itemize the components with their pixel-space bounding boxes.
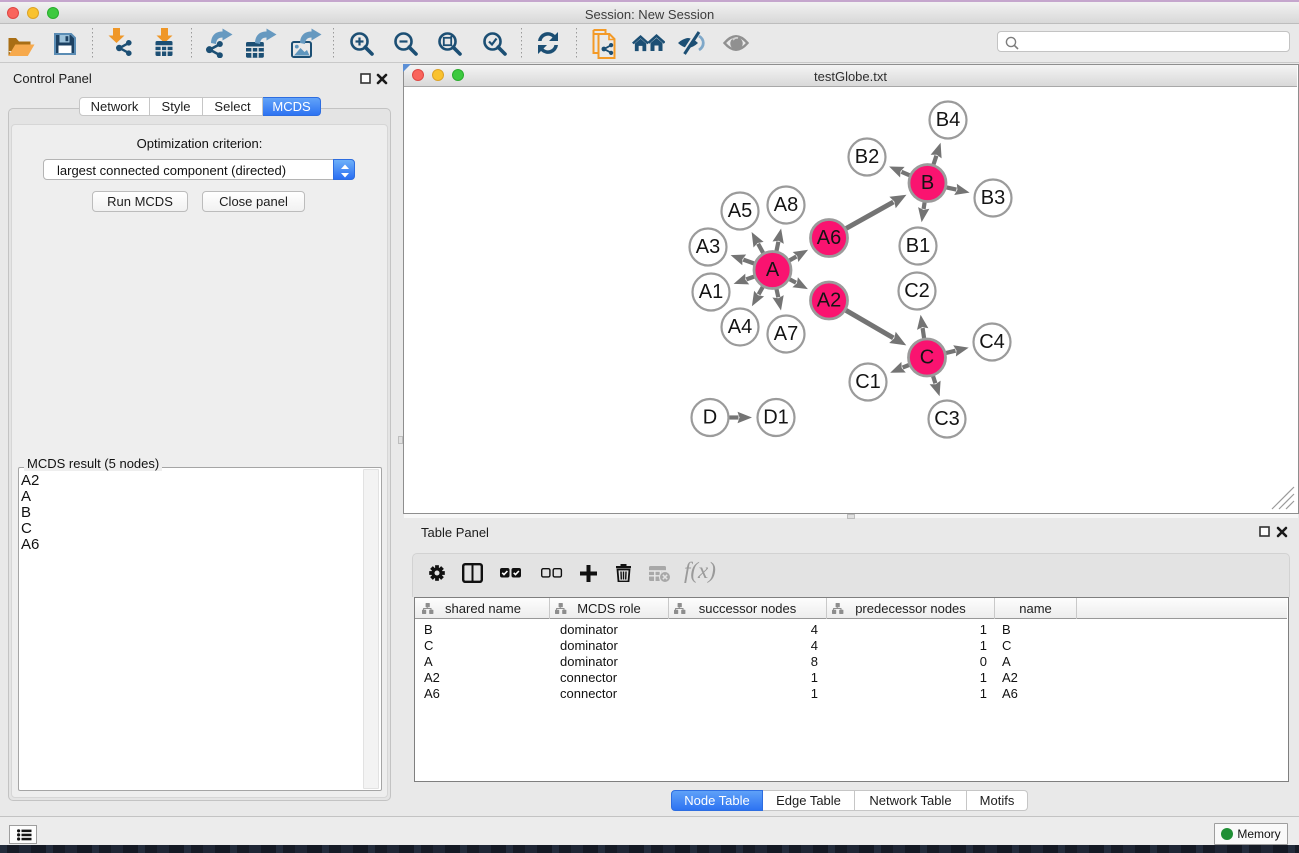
svg-text:D1: D1 (763, 407, 789, 429)
svg-text:C: C (920, 347, 934, 369)
svg-text:A3: A3 (696, 236, 720, 258)
svg-text:B4: B4 (936, 109, 960, 131)
svg-text:C1: C1 (855, 371, 881, 393)
svg-text:A5: A5 (728, 200, 752, 222)
svg-text:A8: A8 (774, 194, 798, 216)
svg-text:C2: C2 (904, 280, 930, 302)
svg-text:A1: A1 (699, 281, 723, 303)
svg-text:A6: A6 (817, 227, 841, 249)
svg-text:B1: B1 (906, 235, 930, 257)
svg-text:A2: A2 (817, 290, 841, 312)
svg-text:B2: B2 (855, 146, 879, 168)
svg-text:A7: A7 (774, 323, 798, 345)
svg-text:A: A (766, 259, 780, 281)
svg-text:B: B (921, 172, 934, 194)
svg-text:C4: C4 (979, 331, 1005, 353)
svg-text:A4: A4 (728, 316, 752, 338)
svg-text:D: D (703, 407, 717, 429)
svg-text:B3: B3 (981, 187, 1005, 209)
svg-text:C3: C3 (934, 408, 960, 430)
